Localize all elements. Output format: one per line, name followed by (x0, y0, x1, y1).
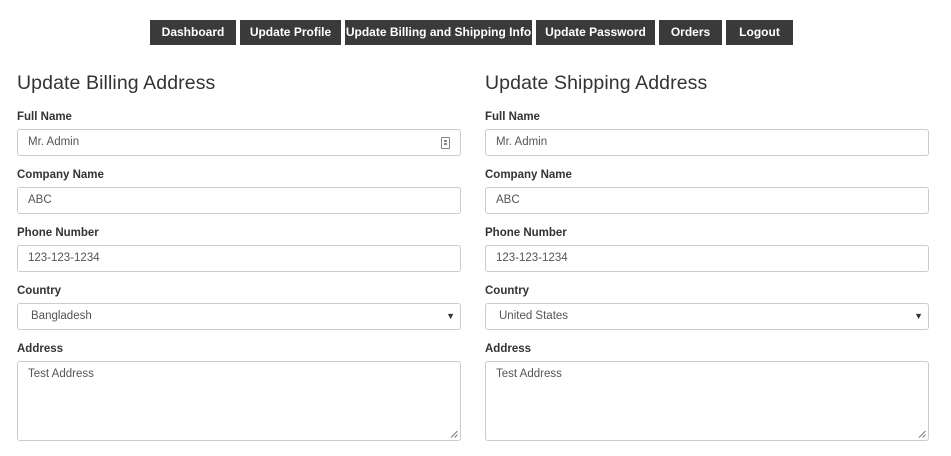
resize-handle-icon[interactable] (450, 430, 458, 438)
billing-title: Update Billing Address (17, 72, 216, 94)
shipping-address-form: Update Shipping Address Full Name Mr. Ad… (485, 68, 929, 441)
shipping-full-name-label: Full Name (485, 111, 540, 123)
shipping-country-select[interactable]: United States ▼ (485, 303, 929, 330)
shipping-address-label: Address (485, 343, 532, 355)
chevron-down-icon: ▼ (446, 311, 455, 321)
billing-company-value: ABC (28, 194, 52, 206)
billing-full-name-label: Full Name (17, 111, 72, 123)
top-nav: Dashboard Update Profile Update Billing … (150, 20, 793, 45)
shipping-country-label: Country (485, 285, 530, 297)
shipping-country-value: United States (499, 310, 569, 322)
shipping-phone-value: 123-123-1234 (496, 252, 568, 264)
nav-update-billing-shipping-button[interactable]: Update Billing and Shipping Info (345, 20, 532, 45)
billing-country-value: Bangladesh (31, 310, 92, 322)
shipping-address-textarea[interactable]: Test Address (485, 361, 929, 441)
billing-address-form: Update Billing Address Full Name Mr. Adm… (17, 68, 461, 441)
nav-update-password-button[interactable]: Update Password (536, 20, 655, 45)
nav-update-profile-button[interactable]: Update Profile (240, 20, 341, 45)
shipping-title: Update Shipping Address (485, 72, 708, 94)
billing-address-value: Test Address (28, 368, 94, 380)
nav-logout-button[interactable]: Logout (726, 20, 793, 45)
billing-phone-label: Phone Number (17, 227, 99, 239)
nav-orders-button[interactable]: Orders (659, 20, 722, 45)
shipping-phone-label: Phone Number (485, 227, 567, 239)
shipping-company-input[interactable]: ABC (485, 187, 929, 214)
shipping-company-label: Company Name (485, 169, 572, 181)
shipping-full-name-value: Mr. Admin (496, 136, 548, 148)
chevron-down-icon: ▼ (914, 311, 923, 321)
billing-full-name-input[interactable]: Mr. Admin (17, 129, 461, 156)
billing-address-textarea[interactable]: Test Address (17, 361, 461, 441)
shipping-address-value: Test Address (496, 368, 562, 380)
nav-dashboard-button[interactable]: Dashboard (150, 20, 236, 45)
billing-phone-value: 123-123-1234 (28, 252, 100, 264)
shipping-full-name-input[interactable]: Mr. Admin (485, 129, 929, 156)
billing-country-select[interactable]: Bangladesh ▼ (17, 303, 461, 330)
billing-company-label: Company Name (17, 169, 104, 181)
billing-company-input[interactable]: ABC (17, 187, 461, 214)
billing-address-label: Address (17, 343, 64, 355)
billing-country-label: Country (17, 285, 62, 297)
shipping-phone-input[interactable]: 123-123-1234 (485, 245, 929, 272)
contact-card-icon[interactable] (441, 137, 450, 149)
billing-phone-input[interactable]: 123-123-1234 (17, 245, 461, 272)
resize-handle-icon[interactable] (918, 430, 926, 438)
billing-full-name-value: Mr. Admin (28, 136, 80, 148)
shipping-company-value: ABC (496, 194, 520, 206)
